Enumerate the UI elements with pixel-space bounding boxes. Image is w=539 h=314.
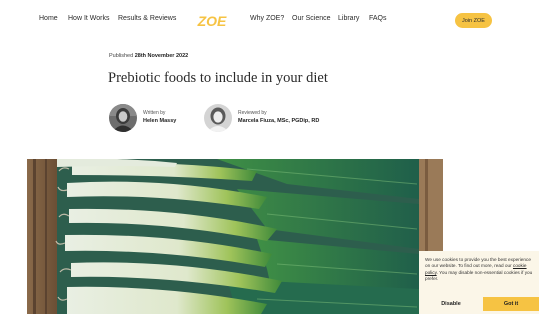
nav-results-reviews[interactable]: Results & Reviews bbox=[118, 15, 176, 22]
logo-text: ZOE bbox=[197, 13, 227, 29]
nav-library[interactable]: Library bbox=[338, 15, 359, 22]
leeks-photo-icon bbox=[27, 159, 443, 314]
reviewer-role: Reviewed by bbox=[238, 110, 267, 116]
reviewer-avatar bbox=[204, 104, 232, 132]
author-byline: Written by Helen Massy bbox=[109, 104, 199, 134]
article-title: Prebiotic foods to include in your diet bbox=[108, 70, 328, 86]
published-date: 28th November 2022 bbox=[134, 53, 189, 59]
published-label: Published bbox=[109, 53, 134, 59]
accept-cookies-button[interactable]: Got it bbox=[483, 297, 539, 311]
hero-image bbox=[27, 159, 443, 314]
reviewer-name[interactable]: Marcela Fiuza, MSc, PGDip, RD bbox=[238, 118, 319, 124]
cookie-message: We use cookies to provide you the best e… bbox=[425, 257, 535, 283]
site-header: Home How It Works Results & Reviews ZOE … bbox=[0, 0, 539, 42]
cookie-text-after: . You may disable non-essential cookies … bbox=[425, 269, 533, 282]
author-role: Written by bbox=[143, 110, 166, 116]
join-zoe-button[interactable]: Join ZOE bbox=[455, 13, 492, 28]
nav-why-zoe[interactable]: Why ZOE? bbox=[250, 15, 284, 22]
disable-cookies-button[interactable]: Disable bbox=[423, 297, 479, 311]
nav-home[interactable]: Home bbox=[39, 15, 58, 22]
published-line: Published 28th November 2022 bbox=[109, 53, 188, 59]
reviewer-byline: Reviewed by Marcela Fiuza, MSc, PGDip, R… bbox=[204, 104, 334, 134]
nav-our-science[interactable]: Our Science bbox=[292, 15, 331, 22]
nav-faqs[interactable]: FAQs bbox=[369, 15, 387, 22]
author-name[interactable]: Helen Massy bbox=[143, 118, 176, 124]
nav-how-it-works[interactable]: How It Works bbox=[68, 15, 110, 22]
author-avatar bbox=[109, 104, 137, 132]
zoe-logo[interactable]: ZOE bbox=[196, 9, 228, 31]
